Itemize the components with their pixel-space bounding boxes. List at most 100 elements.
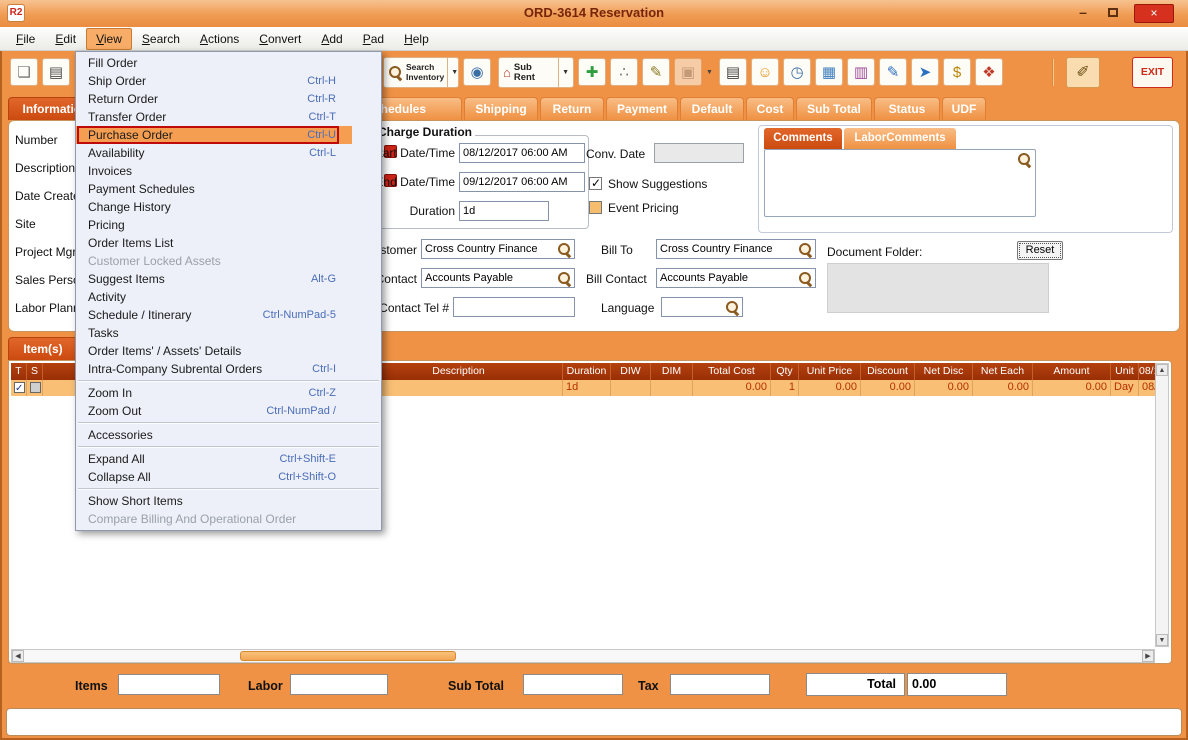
search-inventory-button[interactable]: Search Inventory ▼ (383, 57, 459, 88)
print-order-button[interactable]: ▤ (719, 58, 747, 86)
search-icon[interactable] (798, 242, 813, 257)
column-header-discount[interactable]: Discount (861, 363, 915, 380)
search-icon[interactable] (798, 271, 813, 286)
column-header-duration[interactable]: Duration (563, 363, 611, 380)
contact-field[interactable]: Accounts Payable (421, 268, 575, 288)
scroll-right-icon[interactable]: ▶ (1142, 650, 1154, 662)
view-menu-item-activity[interactable]: Activity (76, 288, 381, 306)
scroll-up-icon[interactable]: ▲ (1156, 364, 1168, 376)
wand-button[interactable]: ✐ (1066, 57, 1100, 88)
row-checkbox-t[interactable] (14, 382, 25, 393)
total-field[interactable]: 0.00 (907, 673, 1007, 696)
view-menu-item-show-short-items[interactable]: Show Short Items (76, 492, 381, 510)
menubar-item-help[interactable]: Help (394, 28, 439, 50)
new-order-button[interactable]: ❏ (10, 58, 38, 86)
column-header-s[interactable]: S (27, 363, 43, 380)
column-header-t[interactable]: T (11, 363, 27, 380)
search-icon[interactable] (1017, 152, 1032, 167)
vertical-scrollbar[interactable]: ▲ ▼ (1155, 363, 1169, 647)
view-menu-item-transfer-order[interactable]: Transfer OrderCtrl-T (76, 108, 381, 126)
notes-button[interactable]: ✎ (642, 58, 670, 86)
tab-items[interactable]: Item(s) (8, 337, 78, 360)
reset-button[interactable]: Reset (1017, 241, 1063, 260)
end-datetime-field[interactable]: 09/12/2017 06:00 AM (459, 172, 585, 192)
tab-sub-total[interactable]: Sub Total (796, 97, 872, 120)
duration-field[interactable]: 1d (459, 201, 549, 221)
forward-button[interactable]: ➤ (911, 58, 939, 86)
show-suggestions-checkbox[interactable] (589, 177, 602, 190)
column-header-qty[interactable]: Qty (771, 363, 799, 380)
sub-rent-button[interactable]: ⌂ Sub Rent ▼ (498, 57, 574, 88)
conv-date-field[interactable] (654, 143, 744, 163)
sub-total-field[interactable] (523, 674, 623, 695)
menubar-item-view[interactable]: View (86, 28, 132, 50)
tax-field[interactable] (670, 674, 770, 695)
view-menu-item-schedule-itinerary[interactable]: Schedule / ItineraryCtrl-NumPad-5 (76, 306, 381, 324)
exit-button[interactable]: EXIT (1132, 57, 1173, 88)
add-button[interactable]: ✚ (578, 58, 606, 86)
view-menu-item-pricing[interactable]: Pricing (76, 216, 381, 234)
tab-status[interactable]: Status (874, 97, 940, 120)
menubar-item-file[interactable]: File (6, 28, 45, 50)
column-header-unit[interactable]: Unit (1111, 363, 1139, 380)
print-button[interactable]: ▤ (42, 58, 70, 86)
smiley-button[interactable]: ☺ (751, 58, 779, 86)
minimize-button[interactable]: – (1070, 4, 1096, 23)
tab-udf[interactable]: UDF (942, 97, 986, 120)
bill-to-field[interactable]: Cross Country Finance (656, 239, 816, 259)
view-menu-item-order-items-assets-details[interactable]: Order Items' / Assets' Details (76, 342, 381, 360)
contact-tel-field[interactable] (453, 297, 575, 317)
event-pricing-checkbox[interactable] (589, 201, 602, 214)
view-menu-item-invoices[interactable]: Invoices (76, 162, 381, 180)
column-header-net-each[interactable]: Net Each (973, 363, 1033, 380)
close-button[interactable]: × (1134, 4, 1174, 23)
cubes-button[interactable]: ❖ (975, 58, 1003, 86)
menubar-item-search[interactable]: Search (132, 28, 190, 50)
tab-labor-comments[interactable]: LaborComments (844, 128, 956, 149)
menubar-item-add[interactable]: Add (311, 28, 352, 50)
row-checkbox-s[interactable] (30, 382, 41, 393)
maximize-button[interactable] (1100, 4, 1126, 23)
tab-return[interactable]: Return (540, 97, 604, 120)
storage-button[interactable]: ▦ (815, 58, 843, 86)
tab-default[interactable]: Default (680, 97, 744, 120)
language-field[interactable] (661, 297, 743, 317)
view-menu-item-ship-order[interactable]: Ship OrderCtrl-H (76, 72, 381, 90)
view-menu-item-zoom-out[interactable]: Zoom OutCtrl-NumPad / (76, 402, 381, 420)
search-icon[interactable] (725, 300, 740, 315)
view-menu-item-collapse-all[interactable]: Collapse AllCtrl+Shift-O (76, 468, 381, 486)
scroll-left-icon[interactable]: ◀ (12, 650, 24, 662)
start-datetime-field[interactable]: 08/12/2017 06:00 AM (459, 143, 585, 163)
column-header-dim[interactable]: DIM (651, 363, 693, 380)
spheres-button[interactable]: ∴ (610, 58, 638, 86)
view-menu-item-fill-order[interactable]: Fill Order (76, 54, 381, 72)
labor-total-field[interactable] (290, 674, 388, 695)
column-header-amount[interactable]: Amount (1033, 363, 1111, 380)
view-menu-item-tasks[interactable]: Tasks (76, 324, 381, 342)
fill-container-button[interactable]: ◉ (463, 58, 491, 86)
tab-shipping[interactable]: Shipping (464, 97, 538, 120)
column-header-unit-price[interactable]: Unit Price (799, 363, 861, 380)
view-menu-item-zoom-in[interactable]: Zoom InCtrl-Z (76, 384, 381, 402)
billing-button[interactable]: $ (943, 58, 971, 86)
column-header-diw[interactable]: DIW (611, 363, 651, 380)
column-header-description[interactable]: Description (355, 363, 563, 380)
copy-button[interactable]: ▣ (674, 58, 702, 86)
menubar-item-convert[interactable]: Convert (249, 28, 311, 50)
chevron-down-icon[interactable]: ▼ (706, 58, 715, 86)
tab-payment[interactable]: Payment (606, 97, 678, 120)
horizontal-scrollbar[interactable]: ◀ ▶ (11, 649, 1155, 663)
scrollbar-thumb[interactable] (240, 651, 456, 661)
column-header-net-disc[interactable]: Net Disc (915, 363, 973, 380)
clock-button[interactable]: ◷ (783, 58, 811, 86)
customer-field[interactable]: Cross Country Finance (421, 239, 575, 259)
view-menu-item-intra-company-subrental-orders[interactable]: Intra-Company Subrental OrdersCtrl-I (76, 360, 381, 378)
view-menu-item-payment-schedules[interactable]: Payment Schedules (76, 180, 381, 198)
reports-button[interactable]: ▥ (847, 58, 875, 86)
view-menu-item-availability[interactable]: AvailabilityCtrl-L (76, 144, 381, 162)
menubar-item-edit[interactable]: Edit (45, 28, 86, 50)
view-menu-item-purchase-order[interactable]: Purchase OrderCtrl-U (76, 126, 381, 144)
view-menu-item-change-history[interactable]: Change History (76, 198, 381, 216)
view-menu-item-suggest-items[interactable]: Suggest ItemsAlt-G (76, 270, 381, 288)
menubar-item-actions[interactable]: Actions (190, 28, 249, 50)
